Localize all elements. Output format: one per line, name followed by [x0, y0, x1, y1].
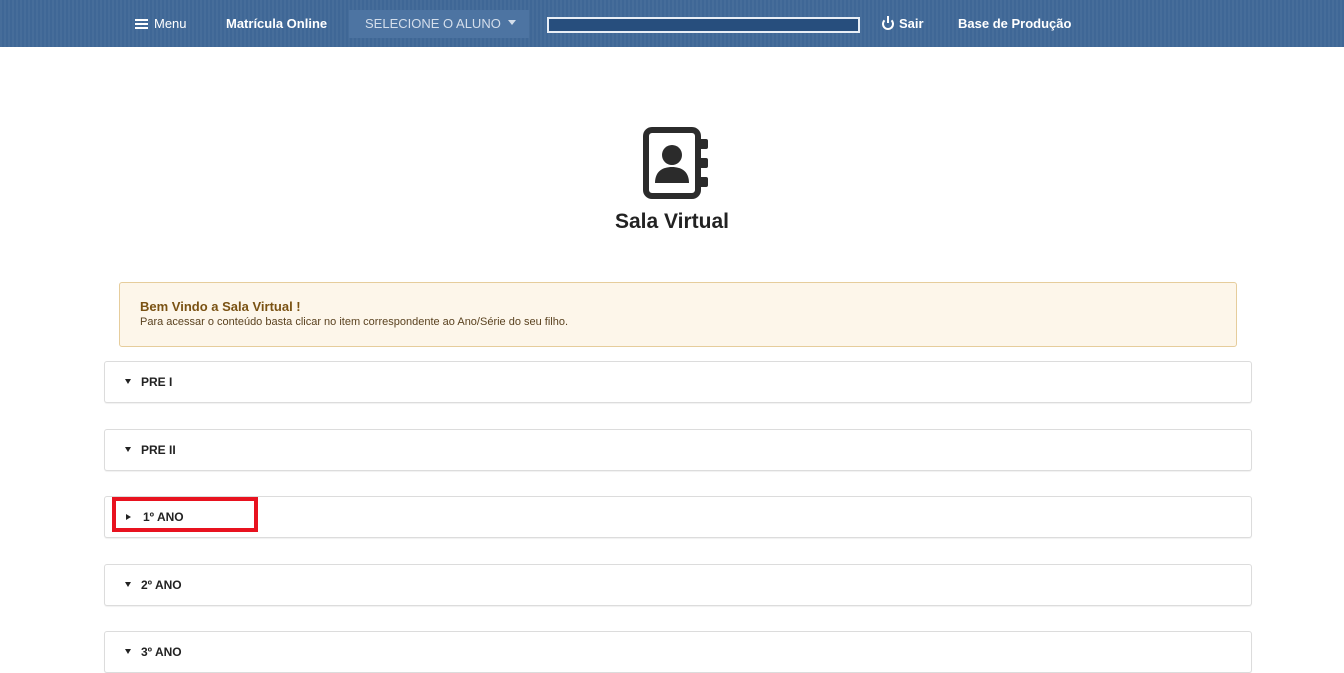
welcome-alert: Bem Vindo a Sala Virtual ! Para acessar …: [119, 282, 1237, 347]
student-select-label: SELECIONE O ALUNO: [365, 16, 501, 31]
highlight-box: [112, 497, 258, 532]
caret-down-icon: [507, 20, 516, 26]
alert-text: Para acessar o conteúdo basta clicar no …: [140, 316, 569, 328]
environment-label[interactable]: Base de Produção: [944, 10, 1084, 38]
logout-button[interactable]: Sair: [868, 10, 940, 38]
caret-down-icon: [125, 447, 131, 453]
accordion-item-3-ano: 3º ANO: [104, 631, 1252, 673]
accordion-header-pre-i[interactable]: PRE I: [105, 362, 1251, 402]
caret-down-icon: [125, 582, 131, 588]
caret-down-icon: [125, 379, 131, 385]
accordion-header-2-ano[interactable]: 2º ANO: [105, 565, 1251, 605]
accordion-label: 3º ANO: [141, 645, 182, 659]
accordion-label: PRE I: [141, 375, 173, 389]
accordion-header-pre-ii[interactable]: PRE II: [105, 430, 1251, 470]
accordion-item-2-ano: 2º ANO: [104, 564, 1252, 606]
power-icon: [882, 15, 894, 30]
logout-label: Sair: [899, 16, 924, 31]
alert-title: Bem Vindo a Sala Virtual !: [140, 299, 301, 314]
accordion-label: PRE II: [141, 443, 176, 457]
caret-down-icon: [125, 649, 131, 655]
accordion-item-pre-i: PRE I: [104, 361, 1252, 403]
accordion-header-1-ano[interactable]: 1º ANO: [105, 497, 1251, 537]
accordion-item-1-ano: 1º ANO: [104, 496, 1252, 538]
top-navbar: Menu Matrícula Online SELECIONE O ALUNO …: [0, 0, 1344, 47]
page-title: Sala Virtual: [614, 210, 729, 233]
hamburger-icon: [135, 17, 148, 31]
menu-label: Menu: [154, 16, 187, 31]
contact-book-icon: [643, 127, 708, 199]
student-select-dropdown[interactable]: SELECIONE O ALUNO: [349, 10, 529, 38]
student-name-field[interactable]: [547, 17, 860, 33]
accordion-item-pre-ii: PRE II: [104, 429, 1252, 471]
menu-button[interactable]: Menu: [120, 10, 206, 38]
accordion-header-3-ano[interactable]: 3º ANO: [105, 632, 1251, 672]
accordion-label: 2º ANO: [141, 578, 182, 592]
brand-link[interactable]: Matrícula Online: [210, 10, 345, 38]
